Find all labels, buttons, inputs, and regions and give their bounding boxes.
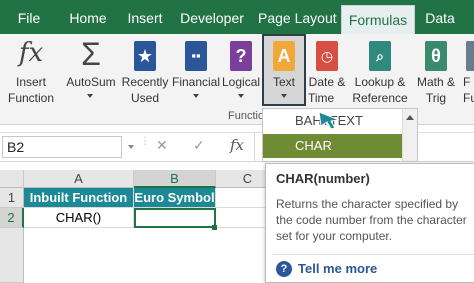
text-book-icon: A: [273, 41, 295, 71]
more-functions-label: F: [463, 75, 471, 89]
financial-button[interactable]: ▪▪ Financial: [171, 34, 221, 108]
text-button[interactable]: A Text: [262, 34, 306, 106]
dropdown-scrollbar[interactable]: [402, 109, 417, 161]
select-all-corner[interactable]: [0, 170, 24, 188]
cell-b2-selected[interactable]: [134, 208, 216, 228]
math-trig-label: Math &: [416, 75, 455, 89]
lookup-reference-label-2: Reference: [352, 91, 408, 105]
row-header-2[interactable]: 2: [0, 208, 24, 228]
autosum-label: AutoSum: [66, 75, 116, 89]
tab-insert[interactable]: Insert: [124, 0, 166, 34]
tab-data[interactable]: Data: [422, 0, 458, 34]
tooltip-description: Returns the character specified by the c…: [276, 197, 467, 243]
magnifier-book-icon: ⌕: [369, 41, 391, 71]
insert-function-label: Insert: [15, 75, 46, 89]
math-trig-label-2: Trig: [425, 91, 447, 105]
row-header-3: [0, 228, 24, 283]
recently-used-button[interactable]: ★ Recently Used: [120, 34, 170, 108]
dropdown-arrow-icon: [281, 94, 287, 98]
lookup-reference-button[interactable]: ⌕ Lookup & Reference: [348, 34, 412, 108]
column-header-a[interactable]: A: [24, 170, 134, 188]
name-box[interactable]: B2: [2, 136, 122, 158]
insert-function-fx-icon[interactable]: fx: [230, 136, 244, 154]
logical-book-icon: ?: [230, 41, 252, 71]
logical-label: Logical: [222, 75, 261, 89]
insert-function-label-2: Function: [7, 91, 55, 105]
financial-book-icon: ▪▪: [185, 41, 207, 71]
recently-used-label: Recently: [121, 75, 169, 89]
cancel-icon[interactable]: ✕: [156, 137, 168, 154]
tab-home[interactable]: Home: [64, 0, 112, 34]
autosum-button[interactable]: Σ AutoSum: [62, 34, 120, 108]
insert-function-icon: fx: [18, 38, 44, 68]
name-box-dropdown-icon[interactable]: [128, 145, 134, 149]
drag-handle-icon[interactable]: ⋮: [140, 137, 150, 147]
tab-developer[interactable]: Developer: [178, 0, 246, 34]
enter-icon[interactable]: ✓: [193, 137, 205, 154]
dropdown-arrow-icon: [87, 94, 93, 98]
tooltip-divider: [272, 254, 474, 255]
star-book-icon: ★: [134, 41, 156, 71]
column-header-b[interactable]: B: [134, 170, 216, 188]
theta-book-icon: θ: [425, 41, 447, 71]
lookup-reference-label: Lookup &: [354, 75, 406, 89]
row-header-1[interactable]: 1: [0, 188, 24, 208]
cell-a2[interactable]: CHAR(): [24, 208, 134, 228]
tab-page-layout[interactable]: Page Layout: [258, 0, 337, 34]
more-functions-icon: [466, 41, 474, 71]
fill-handle[interactable]: [212, 225, 217, 230]
logical-button[interactable]: ? Logical: [222, 34, 260, 108]
cell-a1[interactable]: Inbuilt Function: [24, 188, 134, 208]
tooltip-title: CHAR(number): [276, 171, 370, 186]
financial-label: Financial: [171, 75, 221, 89]
help-icon[interactable]: ?: [276, 261, 292, 277]
function-library-group-label: Functio: [228, 110, 265, 122]
cell-b1[interactable]: Euro Symbol: [134, 188, 216, 208]
date-time-button[interactable]: ◷ Date & Time: [305, 34, 349, 108]
ribbon-tab-bar: File Home Insert Developer Page Layout F…: [0, 0, 474, 34]
dropdown-item-char[interactable]: CHAR: [263, 134, 403, 158]
mouse-cursor-icon: [318, 111, 340, 130]
insert-function-button[interactable]: fx Insert Function: [4, 34, 58, 108]
date-time-label: Date &: [308, 75, 346, 89]
date-time-label-2: Time: [308, 91, 335, 105]
tab-formulas[interactable]: Formulas: [341, 5, 415, 34]
autosum-icon: Σ: [81, 36, 101, 72]
dropdown-arrow-icon: [193, 94, 199, 98]
more-functions-button[interactable]: F Fu: [460, 34, 474, 108]
function-tooltip: CHAR(number) Returns the character speci…: [265, 163, 474, 283]
recently-used-label-2: Used: [130, 91, 159, 105]
math-trig-button[interactable]: θ Math & Trig: [413, 34, 459, 108]
tell-me-more-link[interactable]: Tell me more: [298, 261, 377, 276]
more-functions-label-2: Fu: [463, 91, 474, 105]
tab-file[interactable]: File: [6, 0, 52, 34]
dropdown-arrow-icon: [238, 94, 244, 98]
clock-book-icon: ◷: [316, 41, 338, 71]
scroll-up-arrow-icon[interactable]: [406, 115, 414, 120]
text-label: Text: [272, 75, 295, 89]
